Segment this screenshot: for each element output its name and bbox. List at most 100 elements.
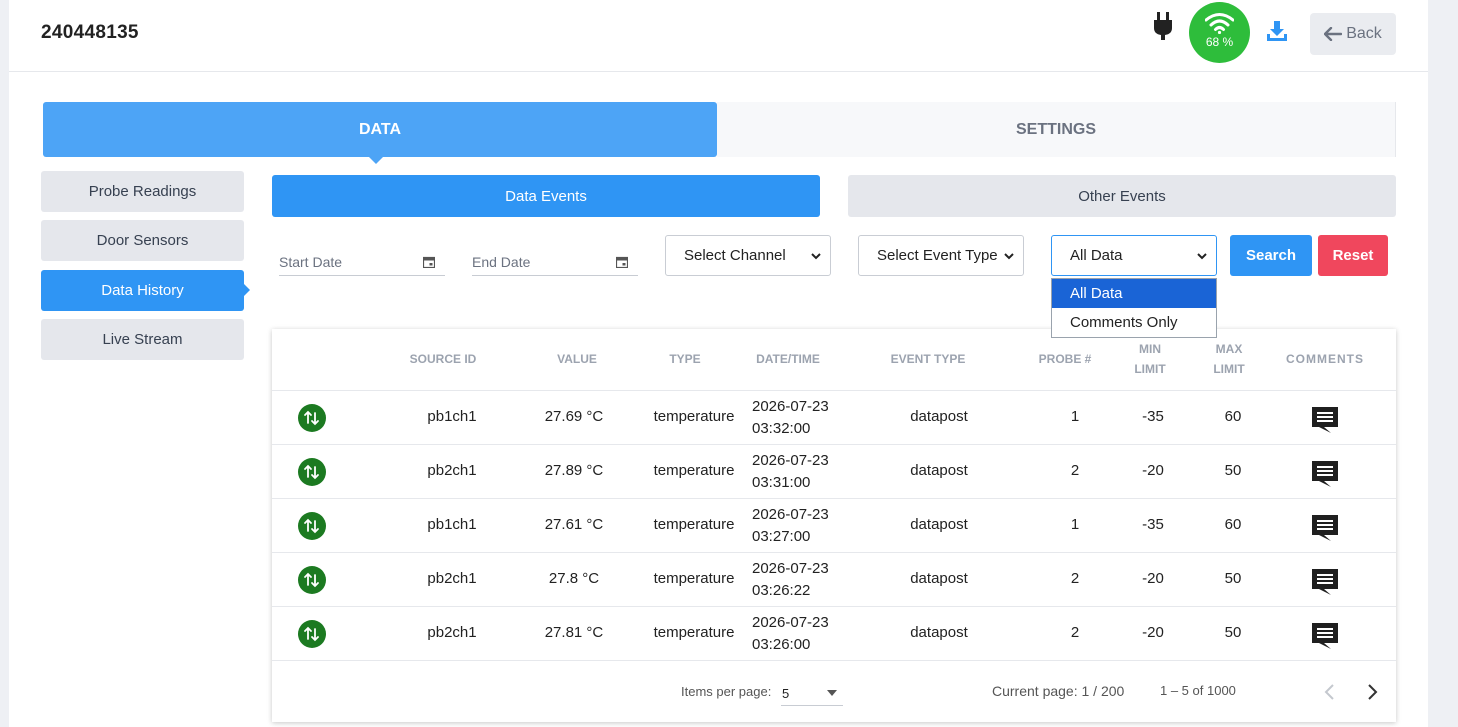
active-item-arrow [244, 284, 250, 296]
pagination: Items per page: 5 Current page: 1 / 200 … [272, 668, 1396, 722]
cell-event-type: datapost [910, 408, 968, 425]
sidebar-item-label: Data History [101, 282, 184, 299]
channel-select[interactable]: Select Channel [665, 235, 831, 276]
tab-data-events[interactable]: Data Events [272, 175, 820, 217]
col-probe[interactable]: PROBE # [1035, 349, 1095, 369]
sidebar-item-label: Probe Readings [88, 183, 197, 200]
back-label: Back [1346, 25, 1382, 42]
cell-type: temperature [653, 570, 735, 587]
tab-settings[interactable]: SETTINGS [717, 102, 1396, 157]
sidebar-item-door-sensors[interactable]: Door Sensors [41, 220, 244, 261]
table-row[interactable]: pb1ch1 27.61 °C temperature datapost 1 -35 60 2… [272, 499, 1396, 553]
cell-source-id: pb2ch1 [427, 570, 477, 587]
cell-value: 27.8 °C [548, 570, 600, 587]
tab-data[interactable]: DATA [43, 102, 717, 164]
col-max-limit[interactable]: MAX LIMIT [1204, 339, 1254, 379]
comment-icon[interactable] [1311, 622, 1339, 650]
sidebar-item-data-history[interactable]: Data History [41, 270, 250, 311]
sidebar-item-label: Door Sensors [96, 232, 189, 249]
wifi-signal-badge: 68 % [1189, 2, 1250, 63]
start-date-field[interactable]: Start Date [279, 250, 445, 276]
next-page-icon[interactable] [1367, 683, 1379, 701]
cell-max-limit: 50 [1224, 570, 1242, 587]
comment-icon[interactable] [1311, 460, 1339, 488]
arrow-left-icon [1324, 27, 1343, 41]
data-filter-dropdown: All Data Comments Only [1051, 278, 1217, 338]
cell-min-limit: -35 [1142, 516, 1164, 533]
dropdown-option-all-data[interactable]: All Data [1052, 279, 1216, 308]
table-row[interactable]: pb2ch1 27.81 °C temperature datapost 2 -20 50 2… [272, 607, 1396, 661]
cell-time: 03:26:22 [752, 582, 811, 599]
current-page-label: Current page: 1 / 200 [992, 683, 1125, 699]
table-row[interactable]: pb2ch1 27.89 °C temperature datapost 2 -20 50 2… [272, 445, 1396, 499]
table-row[interactable]: pb2ch1 27.8 °C temperature datapost 2 -20 50 20… [272, 553, 1396, 607]
cell-time: 03:31:00 [752, 474, 811, 491]
comment-icon[interactable] [1311, 406, 1339, 434]
calendar-icon[interactable] [423, 256, 435, 268]
previous-page-icon[interactable] [1323, 683, 1335, 701]
cell-datetime: 2026-07-23 03:26:22 [752, 558, 829, 602]
col-comments[interactable]: COMMENTS [1278, 349, 1372, 369]
data-event-icon [298, 458, 326, 486]
sidebar-item-probe-readings[interactable]: Probe Readings [41, 171, 244, 212]
download-icon[interactable] [1265, 19, 1289, 43]
data-event-icon [298, 512, 326, 540]
sidebar-item-live-stream[interactable]: Live Stream [41, 319, 244, 360]
col-source-id[interactable]: SOURCE ID [402, 349, 484, 369]
chevron-down-icon [811, 253, 821, 260]
tab-other-events[interactable]: Other Events [848, 175, 1396, 217]
end-date-field[interactable]: End Date [472, 250, 638, 276]
data-event-icon [298, 404, 326, 432]
data-filter-select[interactable]: All Data [1051, 235, 1217, 276]
reset-button[interactable]: Reset [1318, 235, 1388, 276]
table-row[interactable]: pb1ch1 27.69 °C temperature datapost 1 -35 60 2… [272, 391, 1396, 445]
dropdown-option-comments-only[interactable]: Comments Only [1052, 308, 1216, 337]
chevron-down-icon [1004, 253, 1014, 260]
col-event-type[interactable]: EVENT TYPE [883, 349, 973, 369]
col-datetime[interactable]: DATE/TIME [748, 349, 828, 369]
items-per-page-select[interactable]: 5 [781, 682, 843, 706]
cell-source-id: pb2ch1 [427, 462, 477, 479]
col-type[interactable]: TYPE [655, 349, 715, 369]
cell-datetime: 2026-07-23 03:26:00 [752, 612, 829, 656]
cell-event-type: datapost [910, 516, 968, 533]
channel-select-value: Select Channel [684, 247, 786, 264]
data-event-icon [298, 566, 326, 594]
tab-data-events-label: Data Events [505, 187, 587, 205]
cell-event-type: datapost [910, 462, 968, 479]
cell-probe: 1 [1070, 408, 1080, 425]
cell-date: 2026-07-23 [752, 614, 829, 631]
cell-min-limit: -35 [1142, 408, 1164, 425]
cell-min-limit: -20 [1142, 462, 1164, 479]
cell-event-type: datapost [910, 570, 968, 587]
tab-other-events-label: Other Events [1078, 187, 1166, 205]
cell-type: temperature [653, 408, 735, 425]
range-label: 1 – 5 of 1000 [1160, 683, 1236, 698]
cell-date: 2026-07-23 [752, 452, 829, 469]
cell-probe: 2 [1070, 570, 1080, 587]
event-type-select-value: Select Event Type [877, 247, 998, 264]
wifi-percent: 68 % [1205, 35, 1234, 49]
tab-settings-label: SETTINGS [1015, 120, 1096, 138]
cell-value: 27.61 °C [544, 516, 604, 533]
comment-icon[interactable] [1311, 514, 1339, 542]
cell-value: 27.81 °C [544, 624, 604, 641]
cell-time: 03:32:00 [752, 420, 811, 437]
cell-time: 03:27:00 [752, 528, 811, 545]
main-tabs: DATA SETTINGS [43, 102, 1396, 164]
comment-icon[interactable] [1311, 568, 1339, 596]
event-type-select[interactable]: Select Event Type [858, 235, 1024, 276]
back-button[interactable]: Back [1310, 13, 1396, 55]
calendar-icon[interactable] [616, 256, 628, 268]
table-header: SOURCE ID VALUE TYPE DATE/TIME EVENT TYP… [272, 329, 1396, 391]
cell-date: 2026-07-23 [752, 560, 829, 577]
page: 240448135 68 % Back DATA SETTINGS Probe … [9, 0, 1428, 727]
items-per-page-value: 5 [782, 686, 790, 701]
events-table: SOURCE ID VALUE TYPE DATE/TIME EVENT TYP… [272, 329, 1396, 722]
col-value[interactable]: VALUE [537, 349, 617, 369]
cell-value: 27.89 °C [544, 462, 604, 479]
cell-datetime: 2026-07-23 03:31:00 [752, 450, 829, 494]
cell-time: 03:26:00 [752, 636, 811, 653]
search-button[interactable]: Search [1230, 235, 1312, 276]
col-min-limit[interactable]: MIN LIMIT [1125, 339, 1175, 379]
